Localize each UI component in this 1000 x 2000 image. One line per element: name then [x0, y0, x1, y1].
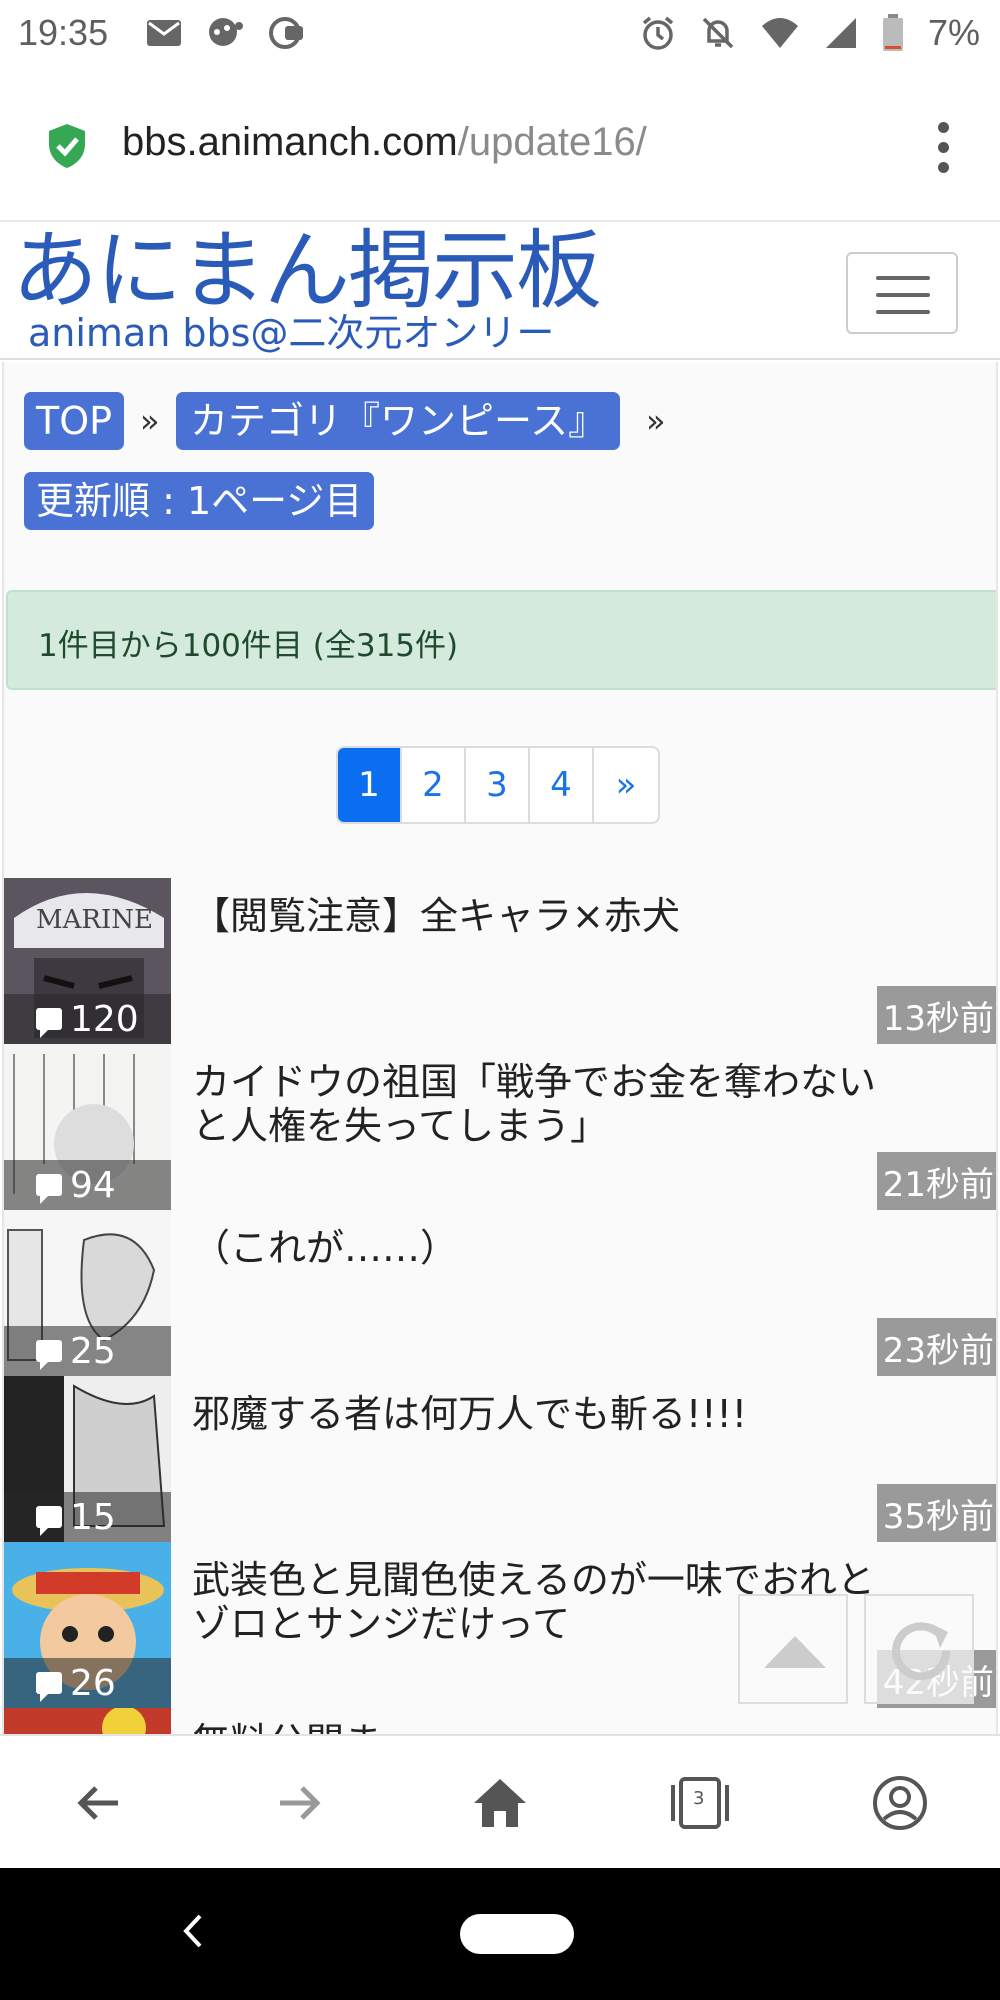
- thread-item[interactable]: MARINE 120 【閲覧注意】全キャラ×赤犬 13秒前: [4, 878, 996, 1044]
- site-logo-subtitle: animan bbs@二次元オンリー: [28, 311, 555, 355]
- url-path: /update16/: [457, 120, 647, 164]
- signal-icon: [825, 18, 856, 48]
- mail-icon: [147, 20, 181, 46]
- menu-dot-icon: [938, 122, 949, 133]
- comment-icon: [36, 1008, 62, 1038]
- reload-icon: [892, 1622, 951, 1681]
- browser-menu-button[interactable]: [938, 122, 950, 173]
- result-count-text: 1件目から100件目 (全315件): [38, 628, 459, 664]
- thread-title[interactable]: カイドウの祖国「戦争でお金を奪わないと人権を失ってしまう」: [192, 1060, 912, 1148]
- browser-address-bar: bbs.animanch.com/update16/: [0, 70, 1000, 222]
- system-back-icon[interactable]: [182, 1912, 204, 1950]
- menu-dot-icon: [938, 142, 949, 153]
- back-arrow-icon: [77, 1786, 118, 1820]
- menu-dot-icon: [938, 162, 949, 173]
- comment-icon: [36, 1506, 62, 1536]
- thread-thumbnail[interactable]: 26: [4, 1542, 171, 1708]
- secure-shield-icon[interactable]: [45, 122, 89, 170]
- chat-notification-icon: [209, 18, 243, 46]
- thread-thumbnail[interactable]: MARINE 120: [4, 878, 171, 1044]
- reply-count: 120: [4, 994, 171, 1044]
- home-button[interactable]: [463, 1766, 537, 1840]
- comment-icon: [36, 1672, 62, 1702]
- wifi-icon: [761, 18, 798, 48]
- comment-icon: [36, 1174, 62, 1204]
- reply-count: 25: [4, 1326, 171, 1376]
- thread-item[interactable]: 94 カイドウの祖国「戦争でお金を奪わないと人権を失ってしまう」 21秒前: [4, 1044, 996, 1210]
- status-bar: 19:35 7%: [0, 0, 1000, 70]
- tab-count: 3: [693, 1788, 705, 1809]
- reload-button[interactable]: [864, 1594, 974, 1704]
- page-link-4[interactable]: 4: [530, 748, 594, 822]
- notification-icons: [145, 16, 307, 50]
- thread-time: 23秒前: [876, 1318, 996, 1376]
- main-content: TOP » カテゴリ『ワンピース』 » 更新順 : 1ページ目 1件目から100…: [2, 362, 998, 1734]
- scroll-top-button[interactable]: [738, 1594, 848, 1704]
- hamburger-line: [876, 310, 930, 314]
- thread-time: 35秒前: [876, 1484, 996, 1542]
- page-link-1[interactable]: 1: [338, 748, 402, 822]
- browser-bottom-nav: 3: [0, 1734, 1000, 1868]
- thread-thumbnail[interactable]: 15: [4, 1376, 171, 1542]
- thread-image: [4, 1708, 171, 1734]
- thread-item[interactable]: 15 邪魔する者は何万人でも斬る!!!! 35秒前: [4, 1376, 996, 1542]
- reply-count: 15: [4, 1492, 171, 1542]
- thread-title[interactable]: 無料公開ま…: [192, 1720, 912, 1734]
- site-logo[interactable]: あにまん掲示板: [12, 226, 602, 317]
- hamburger-line: [876, 276, 930, 280]
- breadcrumb-category[interactable]: カテゴリ『ワンピース』: [176, 392, 621, 450]
- thread-title[interactable]: 邪魔する者は何万人でも斬る!!!!: [192, 1392, 912, 1436]
- thread-item[interactable]: 25 （これが……） 23秒前: [4, 1210, 996, 1376]
- url-field[interactable]: bbs.animanch.com/update16/: [122, 120, 647, 165]
- profile-button[interactable]: [863, 1766, 937, 1840]
- result-count-alert: 1件目から100件目 (全315件): [6, 590, 996, 690]
- thread-thumbnail[interactable]: 94: [4, 1044, 171, 1210]
- forward-arrow-icon: [280, 1786, 321, 1820]
- thread-thumbnail[interactable]: 25: [4, 1210, 171, 1376]
- thread-title[interactable]: 【閲覧注意】全キャラ×赤犬: [192, 894, 912, 938]
- battery-icon: [882, 14, 903, 51]
- page-next[interactable]: »: [594, 748, 658, 822]
- tabs-button[interactable]: 3: [663, 1766, 737, 1840]
- pagination: 1 2 3 4 »: [336, 746, 660, 824]
- thread-time: 21秒前: [876, 1152, 996, 1210]
- system-navigation-bar: [0, 1868, 1000, 2000]
- alarm-icon: [642, 16, 674, 50]
- forward-button[interactable]: [262, 1766, 336, 1840]
- page-link-3[interactable]: 3: [466, 748, 530, 822]
- status-time: 19:35: [18, 12, 109, 53]
- mute-icon: [702, 17, 734, 49]
- hamburger-menu-button[interactable]: [846, 252, 958, 334]
- svg-text:MARINE: MARINE: [36, 905, 153, 935]
- reply-count: 26: [4, 1658, 171, 1708]
- account-icon: [873, 1776, 927, 1830]
- breadcrumb-separator: »: [140, 402, 160, 440]
- system-status-icons: 7%: [640, 12, 980, 54]
- comment-icon: [36, 1340, 62, 1370]
- breadcrumb-top[interactable]: TOP: [24, 392, 125, 450]
- back-button[interactable]: [62, 1766, 136, 1840]
- up-arrow-icon: [764, 1636, 826, 1668]
- breadcrumb-current[interactable]: 更新順 : 1ページ目: [24, 472, 375, 530]
- home-icon: [474, 1779, 526, 1827]
- site-header: あにまん掲示板 animan bbs@二次元オンリー: [0, 224, 1000, 360]
- hamburger-line: [876, 293, 930, 297]
- thread-thumbnail[interactable]: [4, 1708, 171, 1734]
- page-link-2[interactable]: 2: [402, 748, 466, 822]
- thread-time: 13秒前: [876, 986, 996, 1044]
- url-domain: bbs.animanch.com: [122, 120, 458, 164]
- battery-percent: 7%: [927, 12, 980, 53]
- reply-count: 94: [4, 1160, 171, 1210]
- thread-item[interactable]: 無料公開ま…: [4, 1708, 996, 1734]
- breadcrumb-separator: »: [646, 402, 666, 440]
- thread-title[interactable]: （これが……）: [192, 1226, 912, 1270]
- system-home-pill[interactable]: [460, 1914, 574, 1954]
- app-notification-icon: [269, 17, 303, 49]
